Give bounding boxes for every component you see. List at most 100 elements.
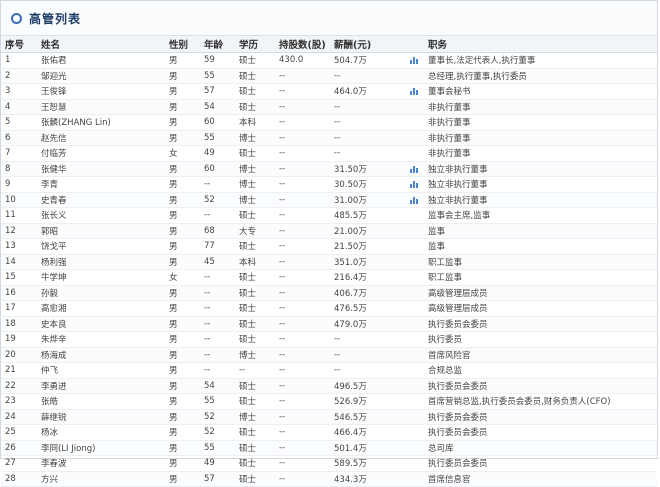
salary-wrap: 406.7万: [334, 287, 424, 299]
table-row: 16 孙毅男 -- 硕士 -- 406.7万 高级管理层成员: [1, 285, 657, 301]
cell-shares: --: [275, 176, 330, 193]
cell-age: --: [200, 331, 235, 348]
cell-gender: 男: [165, 192, 200, 208]
bar-chart-icon[interactable]: [410, 165, 418, 173]
salary-value: 526.9万: [334, 397, 367, 408]
cell-shares: --: [275, 68, 330, 84]
cell-education: 硕士: [235, 440, 275, 456]
header-no: 序号: [1, 36, 37, 53]
cell-age: 45: [200, 254, 235, 270]
cell-name: 李勇进: [37, 378, 165, 394]
cell-age: 52: [200, 192, 235, 208]
cell-no: 8: [1, 161, 37, 177]
cell-shares: --: [275, 207, 330, 224]
cell-education: 博士: [235, 347, 275, 363]
cell-no: 1: [1, 52, 37, 69]
bar-chart-icon[interactable]: [410, 196, 418, 204]
bar-chart-icon[interactable]: [410, 56, 418, 65]
cell-salary: 464.0万: [330, 83, 424, 100]
cell-salary: 589.5万: [330, 455, 424, 472]
cell-name: 付临芳: [37, 145, 165, 162]
cell-education: 博士: [235, 176, 275, 193]
bar-chart-icon[interactable]: [410, 87, 418, 96]
table-header-row: 序号 姓名 性别 年龄 学历 持股数(股) 薪酬(元) 职务: [1, 36, 657, 53]
cell-name: 李冏(LI Jiong): [37, 440, 165, 456]
cell-name: 张健华: [37, 161, 165, 177]
cell-name: 王俊锋: [37, 83, 165, 100]
salary-value: 21.50万: [334, 242, 367, 253]
cell-position: 首席营销总监,执行委员会委员,财务负责人(CFO): [424, 393, 657, 410]
cell-no: 16: [1, 285, 37, 301]
salary-wrap: 464.0万: [334, 85, 424, 97]
cell-age: 55: [200, 68, 235, 84]
cell-position: 执行委员: [424, 331, 657, 348]
cell-shares: --: [275, 362, 330, 379]
cell-age: --: [200, 285, 235, 301]
cell-age: 55: [200, 440, 235, 456]
table-row: 14 杨利强男 45 本科 -- 351.0万 职工监事: [1, 254, 657, 270]
cell-age: 60: [200, 114, 235, 131]
cell-shares: --: [275, 393, 330, 410]
cell-gender: 男: [165, 378, 200, 394]
cell-gender: 男: [165, 471, 200, 487]
cell-salary: --: [330, 331, 424, 348]
cell-salary: 501.4万: [330, 440, 424, 456]
salary-value: --: [334, 365, 341, 376]
cell-gender: 男: [165, 99, 200, 115]
cell-gender: 男: [165, 254, 200, 270]
table-row: 6 赵先信男 55 博士 -- -- 非执行董事: [1, 130, 657, 146]
cell-gender: 男: [165, 440, 200, 456]
cell-salary: --: [330, 347, 424, 363]
cell-position: 非执行董事: [424, 145, 657, 162]
cell-shares: --: [275, 238, 330, 255]
salary-value: 546.5万: [334, 412, 367, 423]
salary-value: 485.5万: [334, 211, 367, 222]
circle-bullet-icon: [11, 12, 22, 24]
cell-position: 监事: [424, 238, 657, 255]
cell-gender: 男: [165, 424, 200, 441]
cell-salary: 351.0万: [330, 254, 424, 270]
table-row: 11 张长义男 -- 硕士 -- 485.5万 监事会主席,监事: [1, 207, 657, 224]
cell-name: 方兴: [37, 471, 165, 487]
cell-name: 史本良: [37, 316, 165, 332]
cell-salary: --: [330, 145, 424, 162]
cell-name: 郭昭: [37, 223, 165, 239]
cell-salary: 406.7万: [330, 285, 424, 301]
cell-position: 非执行董事: [424, 99, 657, 115]
cell-salary: --: [330, 99, 424, 115]
cell-position: 监事: [424, 223, 657, 239]
cell-gender: 男: [165, 347, 200, 363]
cell-no: 6: [1, 130, 37, 146]
panel-header: 高管列表: [1, 1, 657, 36]
cell-name: 杨利强: [37, 254, 165, 270]
cell-education: 硕士: [235, 331, 275, 348]
table-row: 27 李春波男 49 硕士 -- 589.5万 执行委员会委员: [1, 455, 657, 472]
cell-name: 孙毅: [37, 285, 165, 301]
salary-value: 434.3万: [334, 474, 367, 485]
header-position: 职务: [424, 36, 657, 53]
table-row: 20 杨海成男 -- 博士 -- -- 首席风险官: [1, 347, 657, 363]
bar-chart-icon[interactable]: [410, 180, 418, 189]
cell-age: 52: [200, 409, 235, 425]
cell-shares: --: [275, 471, 330, 487]
cell-no: 24: [1, 409, 37, 425]
executive-table: 序号 姓名 性别 年龄 学历 持股数(股) 薪酬(元) 职务 1 张佑君男 59 硕士…: [1, 36, 657, 487]
cell-position: 合规总监: [424, 362, 657, 379]
cell-gender: 男: [165, 114, 200, 131]
salary-wrap: 476.5万: [334, 302, 424, 314]
salary-wrap: 501.4万: [334, 442, 424, 454]
cell-education: 硕士: [235, 83, 275, 100]
cell-no: 12: [1, 223, 37, 239]
cell-no: 15: [1, 269, 37, 286]
cell-name: 饶戈平: [37, 238, 165, 255]
cell-no: 14: [1, 254, 37, 270]
salary-wrap: 485.5万: [334, 209, 424, 221]
table-row: 10 史青春男 52 博士 -- 31.00万 独立非执行董事: [1, 192, 657, 208]
salary-wrap: 434.3万: [334, 473, 424, 485]
cell-position: 执行委员会委员: [424, 316, 657, 332]
cell-shares: --: [275, 254, 330, 270]
cell-name: 杨冰: [37, 424, 165, 441]
salary-value: 21.00万: [334, 226, 367, 237]
table-row: 21 仲飞男 -- -- -- -- 合规总监: [1, 362, 657, 379]
cell-position: 非执行董事: [424, 130, 657, 146]
